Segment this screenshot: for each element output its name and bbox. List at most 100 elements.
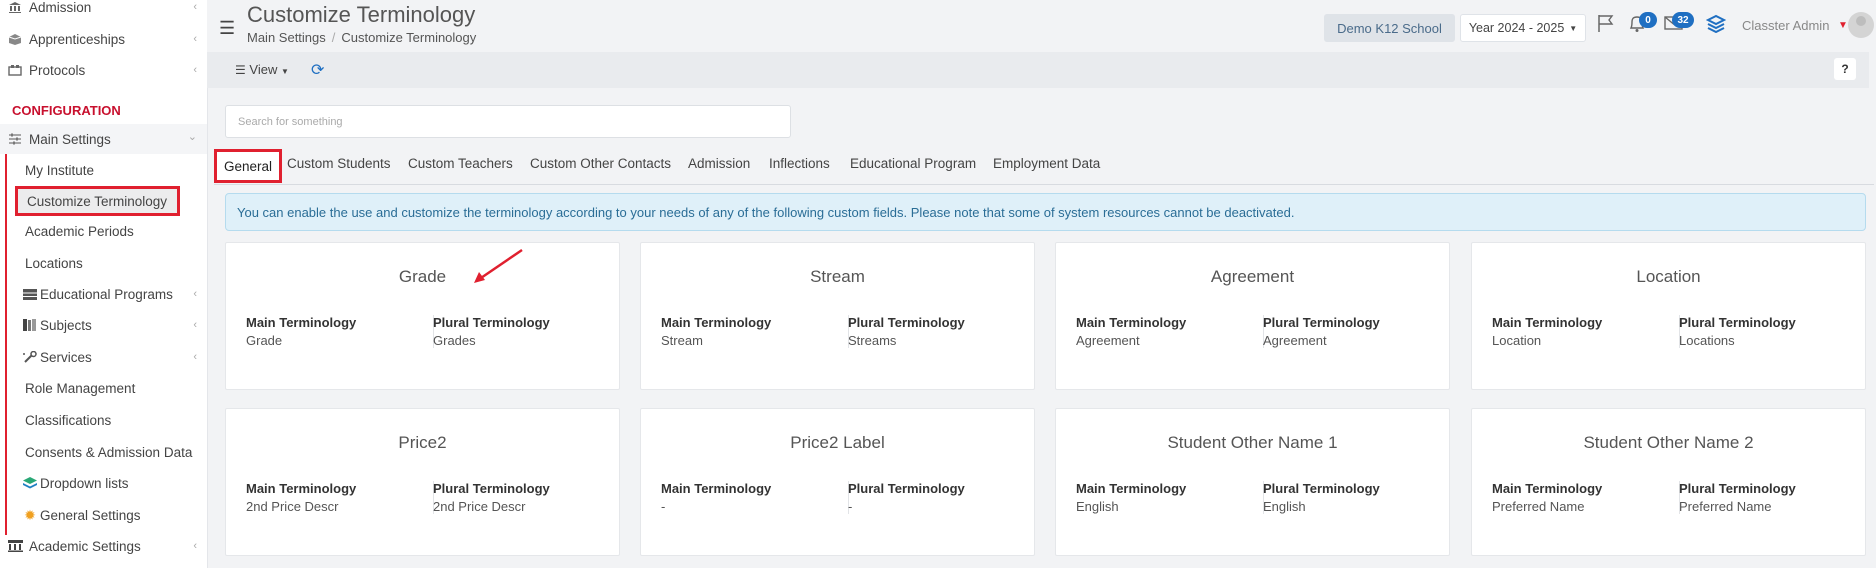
terminology-card-agreement[interactable]: Agreement Main Terminology Agreement Plu… (1055, 242, 1450, 390)
card-title: Stream (810, 267, 865, 286)
breadcrumb-item: Customize Terminology (341, 30, 477, 45)
plural-terminology-label: Plural Terminology (433, 481, 550, 496)
card-title: Price2 Label (790, 433, 885, 452)
year-selector[interactable]: Year 2024 - 2025 ▼ (1460, 14, 1586, 42)
sidebar-item-admission[interactable]: Admission ‹ (0, 0, 207, 22)
sidebar-item-academic-settings[interactable]: Academic Settings ‹ (0, 531, 207, 561)
terminology-card-price2[interactable]: Price2 Main Terminology 2nd Price Descr … (225, 408, 620, 556)
sidebar-item-main-settings[interactable]: Main Settings ⌄ (0, 124, 207, 154)
card-title: Location (1636, 267, 1701, 286)
caret-down-icon[interactable]: ▼ (1838, 20, 1848, 31)
sidebar-item-my-institute[interactable]: My Institute (0, 155, 207, 185)
terminology-card-stream[interactable]: Stream Main Terminology Stream Plural Te… (640, 242, 1035, 390)
flag-icon[interactable] (1597, 14, 1615, 39)
avatar[interactable] (1848, 12, 1874, 38)
tab-admission[interactable]: Admission (688, 156, 750, 171)
protocol-icon (7, 63, 23, 77)
top-bar: ☰ Customize Terminology Main Settings / Cu… (207, 0, 1876, 52)
chevron-left-icon: ‹ (193, 288, 197, 300)
breadcrumb-item[interactable]: Main Settings (247, 30, 326, 45)
plural-terminology-column: Plural Terminology Streams (848, 315, 1019, 348)
main-terminology-label: Main Terminology (246, 481, 357, 496)
sidebar-item-label: Consents & Admission Data (25, 444, 193, 460)
plural-terminology-column: Plural Terminology Grades (433, 315, 604, 348)
plural-terminology-value: Locations (1679, 333, 1735, 348)
search-input[interactable] (225, 105, 791, 138)
card-title: Price2 (398, 433, 447, 452)
main-terminology-value: Preferred Name (1492, 499, 1585, 514)
sidebar-item-consents[interactable]: Consents & Admission Data (0, 437, 207, 467)
school-selector-button[interactable]: Demo K12 School (1324, 14, 1455, 42)
app-logo-icon[interactable] (1705, 14, 1727, 39)
tab-custom-teachers[interactable]: Custom Teachers (408, 156, 513, 171)
plural-terminology-label: Plural Terminology (848, 481, 965, 496)
card-title: Agreement (1210, 267, 1295, 286)
sidebar: Admission ‹ Apprenticeships ‹ Protocols … (0, 0, 208, 568)
plural-terminology-value: English (1263, 499, 1306, 514)
main-terminology-value: Stream (661, 333, 703, 348)
sidebar-item-label: Classifications (25, 412, 112, 428)
sidebar-item-label: Educational Programs (40, 286, 173, 302)
sidebar-item-label: Services (40, 349, 92, 365)
sidebar-item-apprenticeships[interactable]: Apprenticeships ‹ (0, 24, 207, 54)
terminology-card-student-other-name-1[interactable]: Student Other Name 1 Main Terminology En… (1055, 408, 1450, 556)
sidebar-item-label: Protocols (29, 62, 86, 78)
sidebar-item-label: Main Settings (29, 131, 111, 147)
layers-icon (22, 476, 38, 490)
view-dropdown-button[interactable]: ☰ View ▼ (235, 62, 289, 77)
main-terminology-value: Grade (246, 333, 283, 348)
sidebar-item-locations[interactable]: Locations (0, 248, 207, 278)
terminology-card-grade[interactable]: Grade Main Terminology Grade Plural Term… (225, 242, 620, 390)
academic-icon (7, 539, 23, 553)
main-terminology-value: Agreement (1076, 333, 1140, 348)
terminology-card-location[interactable]: Location Main Terminology Location Plura… (1471, 242, 1866, 390)
tab-custom-other-contacts[interactable]: Custom Other Contacts (530, 156, 671, 171)
tab-general[interactable]: General (214, 149, 283, 183)
sidebar-item-services[interactable]: Services ‹ (0, 342, 207, 372)
refresh-icon[interactable]: ⟳ (311, 60, 324, 80)
terminology-card-price2-label[interactable]: Price2 Label Main Terminology - Plural T… (640, 408, 1035, 556)
terminology-card-student-other-name-2[interactable]: Student Other Name 2 Main Terminology Pr… (1471, 408, 1866, 556)
sidebar-item-customize-terminology[interactable]: Customize Terminology (15, 186, 180, 216)
sidebar-item-academic-periods[interactable]: Academic Periods (0, 216, 207, 246)
configuration-header: CONFIGURATION (12, 102, 121, 118)
sidebar-item-label: Academic Settings (29, 538, 141, 554)
plural-terminology-value: Agreement (1263, 333, 1327, 348)
chevron-left-icon: ‹ (193, 351, 197, 363)
bank-icon (7, 0, 23, 14)
sidebar-item-subjects[interactable]: Subjects ‹ (0, 310, 207, 340)
sidebar-item-general-settings[interactable]: ✹ General Settings (0, 500, 207, 530)
tab-educational-program[interactable]: Educational Program (850, 156, 976, 171)
toolbar: ☰ View ▼ ⟳ ? (207, 52, 1869, 88)
main-terminology-label: Main Terminology (1492, 315, 1603, 330)
plural-terminology-column: Plural Terminology - (848, 481, 1019, 514)
sidebar-item-label: Apprenticeships (29, 31, 126, 47)
breadcrumb: Main Settings / Customize Terminology (247, 30, 476, 45)
sidebar-item-dropdown-lists[interactable]: Dropdown lists (0, 468, 207, 498)
tab-custom-students[interactable]: Custom Students (287, 156, 391, 171)
sidebar-item-role-management[interactable]: Role Management (0, 373, 207, 403)
chevron-left-icon: ‹ (193, 64, 197, 76)
user-name[interactable]: Classter Admin (1742, 18, 1829, 33)
main-terminology-value: 2nd Price Descr (246, 499, 339, 514)
tab-employment-data[interactable]: Employment Data (993, 156, 1100, 171)
tab-inflections[interactable]: Inflections (769, 156, 830, 171)
main-terminology-value: Location (1492, 333, 1542, 348)
sidebar-item-protocols[interactable]: Protocols ‹ (0, 55, 207, 85)
help-button[interactable]: ? (1834, 58, 1856, 80)
sidebar-item-label: Role Management (25, 380, 136, 396)
plural-terminology-label: Plural Terminology (1263, 481, 1380, 496)
sidebar-item-label: My Institute (25, 162, 95, 178)
page-title: Customize Terminology (247, 2, 476, 27)
sidebar-item-classifications[interactable]: Classifications (0, 405, 207, 435)
main-terminology-label: Main Terminology (1076, 315, 1187, 330)
main-terminology-label: Main Terminology (661, 315, 772, 330)
sliders-icon (7, 132, 23, 146)
sidebar-item-educational-programs[interactable]: Educational Programs ‹ (0, 279, 207, 309)
plural-terminology-value: Streams (848, 333, 897, 348)
main-terminology-label: Main Terminology (661, 481, 772, 496)
year-selector-label: Year 2024 - 2025 (1468, 21, 1565, 35)
card-title: Student Other Name 2 (1583, 433, 1754, 452)
hamburger-menu-icon[interactable]: ☰ (219, 18, 235, 39)
main-terminology-column: Main Terminology Grade (246, 315, 416, 348)
